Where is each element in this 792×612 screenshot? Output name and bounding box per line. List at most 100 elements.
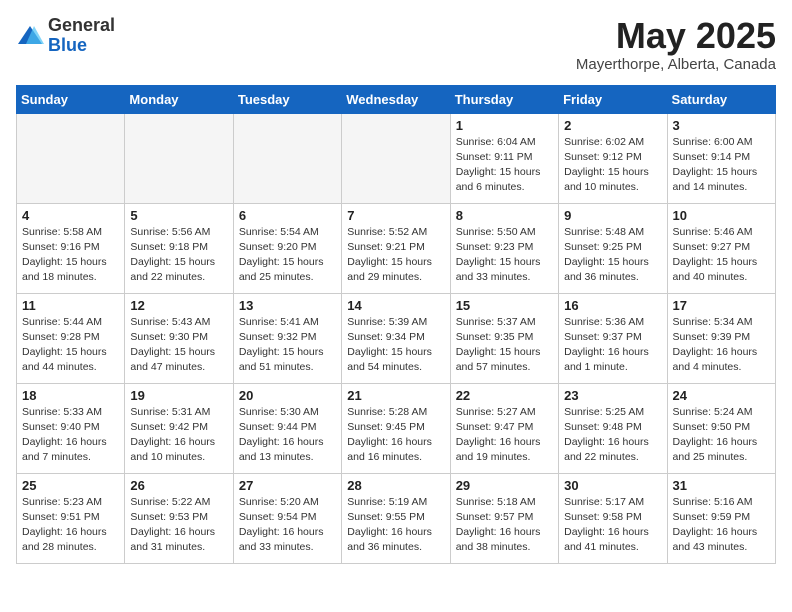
day-info: Sunrise: 5:28 AM Sunset: 9:45 PM Dayligh…	[347, 405, 444, 466]
day-info: Sunrise: 5:43 AM Sunset: 9:30 PM Dayligh…	[130, 315, 227, 376]
calendar-cell: 26 Sunrise: 5:22 AM Sunset: 9:53 PM Dayli…	[125, 473, 233, 563]
calendar-cell: 24 Sunrise: 5:24 AM Sunset: 9:50 PM Dayli…	[667, 383, 775, 473]
calendar-cell: 18 Sunrise: 5:33 AM Sunset: 9:40 PM Dayli…	[17, 383, 125, 473]
calendar-header-row: SundayMondayTuesdayWednesdayThursdayFrid…	[17, 85, 776, 113]
logo: General Blue	[16, 16, 115, 56]
col-header-wednesday: Wednesday	[342, 85, 450, 113]
day-number: 11	[22, 298, 119, 313]
calendar-cell: 13 Sunrise: 5:41 AM Sunset: 9:32 PM Dayli…	[233, 293, 341, 383]
calendar-cell: 5 Sunrise: 5:56 AM Sunset: 9:18 PM Daylig…	[125, 203, 233, 293]
calendar-cell: 31 Sunrise: 5:16 AM Sunset: 9:59 PM Dayli…	[667, 473, 775, 563]
day-number: 27	[239, 478, 336, 493]
day-number: 10	[673, 208, 770, 223]
calendar-cell	[125, 113, 233, 203]
day-number: 5	[130, 208, 227, 223]
calendar-cell: 8Sunrise: 5:50 AM Sunset: 9:23 PM Daylig…	[450, 203, 558, 293]
day-number: 7	[347, 208, 444, 223]
day-number: 3	[673, 118, 770, 133]
day-info: Sunrise: 5:41 AM Sunset: 9:32 PM Dayligh…	[239, 315, 336, 376]
day-info: Sunrise: 5:33 AM Sunset: 9:40 PM Dayligh…	[22, 405, 119, 466]
day-info: Sunrise: 5:19 AM Sunset: 9:55 PM Dayligh…	[347, 495, 444, 556]
day-info: Sunrise: 5:58 AM Sunset: 9:16 PM Dayligh…	[22, 225, 119, 286]
day-info: Sunrise: 5:17 AM Sunset: 9:58 PM Dayligh…	[564, 495, 661, 556]
calendar-cell: 7 Sunrise: 5:52 AM Sunset: 9:21 PM Daylig…	[342, 203, 450, 293]
day-number: 16	[564, 298, 661, 313]
day-number: 29	[456, 478, 553, 493]
day-info: Sunrise: 5:34 AM Sunset: 9:39 PM Dayligh…	[673, 315, 770, 376]
calendar-cell: 2 Sunrise: 6:02 AM Sunset: 9:12 PM Daylig…	[559, 113, 667, 203]
calendar-cell: 21 Sunrise: 5:28 AM Sunset: 9:45 PM Dayli…	[342, 383, 450, 473]
title-block: May 2025 Mayerthorpe, Alberta, Canada	[576, 16, 776, 73]
day-info: Sunrise: 5:31 AM Sunset: 9:42 PM Dayligh…	[130, 405, 227, 466]
day-info: Sunrise: 5:37 AM Sunset: 9:35 PM Dayligh…	[456, 315, 553, 376]
day-number: 13	[239, 298, 336, 313]
calendar-table: SundayMondayTuesdayWednesdayThursdayFrid…	[16, 85, 776, 564]
calendar-cell: 12 Sunrise: 5:43 AM Sunset: 9:30 PM Dayli…	[125, 293, 233, 383]
day-number: 4	[22, 208, 119, 223]
day-info: Sunrise: 5:30 AM Sunset: 9:44 PM Dayligh…	[239, 405, 336, 466]
day-number: 6	[239, 208, 336, 223]
page-header: General Blue May 2025 Mayerthorpe, Alber…	[16, 16, 776, 73]
day-info: Sunrise: 5:25 AM Sunset: 9:48 PM Dayligh…	[564, 405, 661, 466]
day-info: Sunrise: 5:39 AM Sunset: 9:34 PM Dayligh…	[347, 315, 444, 376]
day-info: Sunrise: 5:20 AM Sunset: 9:54 PM Dayligh…	[239, 495, 336, 556]
calendar-week-row: 18 Sunrise: 5:33 AM Sunset: 9:40 PM Dayli…	[17, 383, 776, 473]
calendar-cell: 9 Sunrise: 5:48 AM Sunset: 9:25 PM Daylig…	[559, 203, 667, 293]
day-number: 15	[456, 298, 553, 313]
location: Mayerthorpe, Alberta, Canada	[576, 56, 776, 73]
day-info: Sunrise: 5:16 AM Sunset: 9:59 PM Dayligh…	[673, 495, 770, 556]
col-header-sunday: Sunday	[17, 85, 125, 113]
calendar-week-row: 1Sunrise: 6:04 AM Sunset: 9:11 PM Daylig…	[17, 113, 776, 203]
calendar-cell: 17Sunrise: 5:34 AM Sunset: 9:39 PM Dayli…	[667, 293, 775, 383]
day-info: Sunrise: 5:18 AM Sunset: 9:57 PM Dayligh…	[456, 495, 553, 556]
day-number: 8	[456, 208, 553, 223]
day-number: 24	[673, 388, 770, 403]
day-number: 20	[239, 388, 336, 403]
calendar-cell	[233, 113, 341, 203]
day-number: 21	[347, 388, 444, 403]
logo-general-text: General	[48, 15, 115, 35]
logo-blue-text: Blue	[48, 35, 87, 55]
day-number: 31	[673, 478, 770, 493]
calendar-cell: 27 Sunrise: 5:20 AM Sunset: 9:54 PM Dayli…	[233, 473, 341, 563]
day-info: Sunrise: 5:48 AM Sunset: 9:25 PM Dayligh…	[564, 225, 661, 286]
col-header-monday: Monday	[125, 85, 233, 113]
calendar-week-row: 4 Sunrise: 5:58 AM Sunset: 9:16 PM Daylig…	[17, 203, 776, 293]
calendar-cell: 22Sunrise: 5:27 AM Sunset: 9:47 PM Dayli…	[450, 383, 558, 473]
month-title: May 2025	[576, 16, 776, 56]
day-number: 19	[130, 388, 227, 403]
calendar-cell	[342, 113, 450, 203]
day-number: 2	[564, 118, 661, 133]
day-info: Sunrise: 5:56 AM Sunset: 9:18 PM Dayligh…	[130, 225, 227, 286]
day-info: Sunrise: 5:24 AM Sunset: 9:50 PM Dayligh…	[673, 405, 770, 466]
day-number: 12	[130, 298, 227, 313]
calendar-cell: 25Sunrise: 5:23 AM Sunset: 9:51 PM Dayli…	[17, 473, 125, 563]
day-number: 9	[564, 208, 661, 223]
col-header-thursday: Thursday	[450, 85, 558, 113]
day-number: 30	[564, 478, 661, 493]
day-number: 28	[347, 478, 444, 493]
calendar-cell	[17, 113, 125, 203]
day-number: 23	[564, 388, 661, 403]
logo-icon	[16, 22, 44, 50]
day-info: Sunrise: 5:36 AM Sunset: 9:37 PM Dayligh…	[564, 315, 661, 376]
calendar-cell: 20 Sunrise: 5:30 AM Sunset: 9:44 PM Dayli…	[233, 383, 341, 473]
calendar-cell: 29 Sunrise: 5:18 AM Sunset: 9:57 PM Dayli…	[450, 473, 558, 563]
day-info: Sunrise: 5:52 AM Sunset: 9:21 PM Dayligh…	[347, 225, 444, 286]
calendar-cell: 14Sunrise: 5:39 AM Sunset: 9:34 PM Dayli…	[342, 293, 450, 383]
calendar-cell: 23 Sunrise: 5:25 AM Sunset: 9:48 PM Dayli…	[559, 383, 667, 473]
calendar-cell: 15 Sunrise: 5:37 AM Sunset: 9:35 PM Dayli…	[450, 293, 558, 383]
calendar-cell: 19 Sunrise: 5:31 AM Sunset: 9:42 PM Dayli…	[125, 383, 233, 473]
col-header-tuesday: Tuesday	[233, 85, 341, 113]
col-header-friday: Friday	[559, 85, 667, 113]
day-info: Sunrise: 6:02 AM Sunset: 9:12 PM Dayligh…	[564, 135, 661, 196]
day-number: 26	[130, 478, 227, 493]
day-info: Sunrise: 5:23 AM Sunset: 9:51 PM Dayligh…	[22, 495, 119, 556]
day-info: Sunrise: 6:04 AM Sunset: 9:11 PM Dayligh…	[456, 135, 553, 196]
calendar-cell: 10Sunrise: 5:46 AM Sunset: 9:27 PM Dayli…	[667, 203, 775, 293]
day-info: Sunrise: 5:27 AM Sunset: 9:47 PM Dayligh…	[456, 405, 553, 466]
calendar-cell: 6 Sunrise: 5:54 AM Sunset: 9:20 PM Daylig…	[233, 203, 341, 293]
day-info: Sunrise: 5:22 AM Sunset: 9:53 PM Dayligh…	[130, 495, 227, 556]
day-info: Sunrise: 5:54 AM Sunset: 9:20 PM Dayligh…	[239, 225, 336, 286]
day-number: 18	[22, 388, 119, 403]
